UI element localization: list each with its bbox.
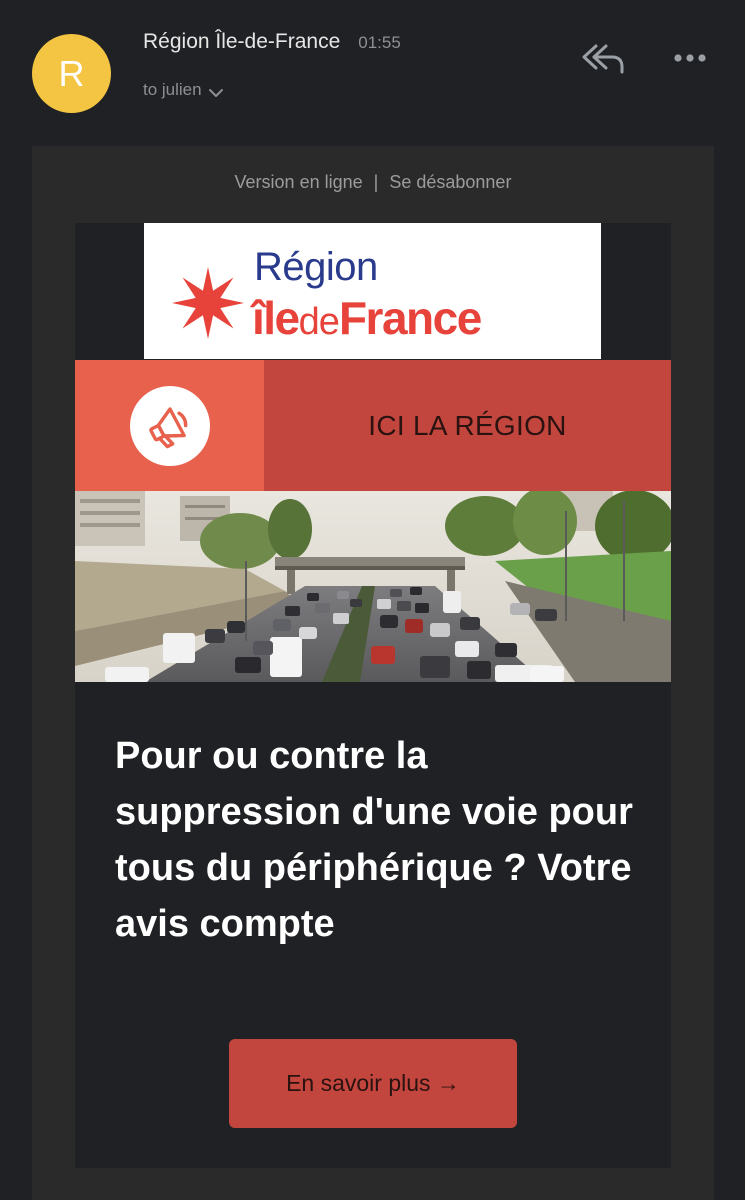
section-banner: ICI LA RÉGION xyxy=(75,360,671,491)
chevron-down-icon xyxy=(208,89,223,97)
sender-line: Région Île-de-France 01:55 xyxy=(143,30,401,54)
megaphone-icon xyxy=(148,406,187,448)
learn-more-label: En savoir plus → xyxy=(286,1070,460,1096)
email-body: Version en ligne | Se désabonner Région xyxy=(32,146,714,1200)
more-icon[interactable] xyxy=(668,44,712,72)
newsletter-links: Version en ligne | Se désabonner xyxy=(32,172,714,193)
send-time: 01:55 xyxy=(358,33,401,52)
email-header: R Région Île-de-France 01:55 to julien xyxy=(0,0,745,146)
banner-icon-area xyxy=(75,360,264,491)
unsubscribe-link[interactable]: Se désabonner xyxy=(389,172,511,192)
logo-region-text: Région xyxy=(254,245,378,289)
region-logo[interactable]: Région îledeFrance xyxy=(144,223,601,359)
reply-all-icon[interactable] xyxy=(580,42,626,76)
star-logo-icon xyxy=(172,267,244,339)
email-headline: Pour ou contre la suppression d'une voie… xyxy=(115,735,633,945)
sender-avatar[interactable]: R xyxy=(32,34,111,113)
online-version-link[interactable]: Version en ligne xyxy=(235,172,363,192)
learn-more-button[interactable]: En savoir plus → xyxy=(229,1039,517,1128)
link-separator: | xyxy=(373,172,379,192)
recipient-label: to julien xyxy=(143,80,202,99)
logo-idf-text: îledeFrance xyxy=(252,292,482,344)
banner-title: ICI LA RÉGION xyxy=(368,409,567,441)
banner-title-area: ICI LA RÉGION xyxy=(264,360,671,491)
megaphone-badge xyxy=(129,385,210,466)
recipient-toggle[interactable]: to julien xyxy=(143,80,224,100)
newsletter-card: Région îledeFrance ICI LA RÉGION Pour ou… xyxy=(75,223,671,1168)
traffic-photo[interactable] xyxy=(75,491,671,682)
sender-name[interactable]: Région Île-de-France xyxy=(143,30,340,54)
